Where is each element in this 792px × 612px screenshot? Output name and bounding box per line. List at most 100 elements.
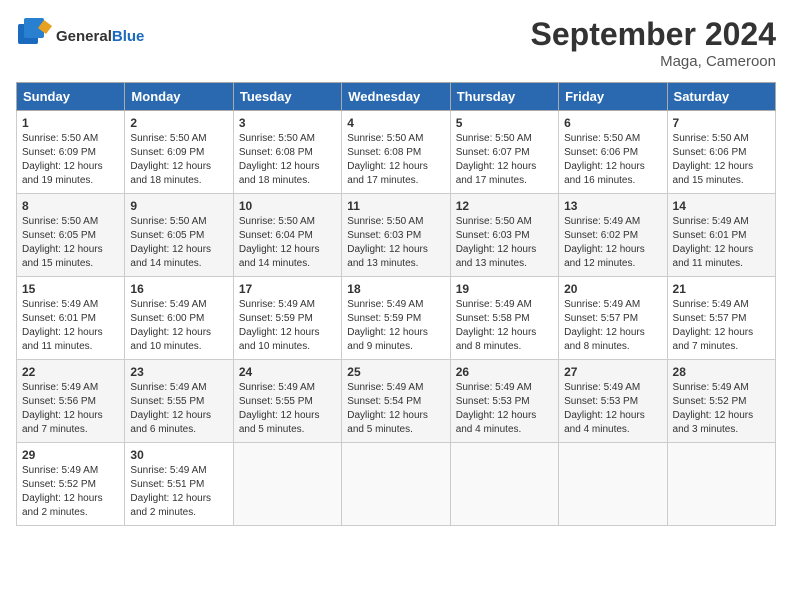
day-number: 21 — [673, 282, 770, 296]
day-number: 9 — [130, 199, 227, 213]
calendar-day-cell: 25 Sunrise: 5:49 AM Sunset: 5:54 PM Dayli… — [342, 360, 450, 443]
day-number: 18 — [347, 282, 444, 296]
calendar-day-cell: 19 Sunrise: 5:49 AM Sunset: 5:58 PM Dayli… — [450, 277, 558, 360]
calendar-day-cell: 10 Sunrise: 5:50 AM Sunset: 6:04 PM Dayli… — [233, 194, 341, 277]
day-info: Sunrise: 5:49 AM Sunset: 6:01 PM Dayligh… — [22, 298, 119, 354]
day-number: 20 — [564, 282, 661, 296]
day-info: Sunrise: 5:49 AM Sunset: 5:52 PM Dayligh… — [22, 464, 119, 520]
calendar-week-row: 1 Sunrise: 5:50 AM Sunset: 6:09 PM Daylig… — [17, 111, 776, 194]
calendar-table: SundayMondayTuesdayWednesdayThursdayFrid… — [16, 82, 776, 526]
header-row: SundayMondayTuesdayWednesdayThursdayFrid… — [17, 83, 776, 111]
day-number: 29 — [22, 448, 119, 462]
calendar-day-cell: 17 Sunrise: 5:49 AM Sunset: 5:59 PM Dayli… — [233, 277, 341, 360]
day-info: Sunrise: 5:50 AM Sunset: 6:05 PM Dayligh… — [130, 215, 227, 271]
day-info: Sunrise: 5:50 AM Sunset: 6:06 PM Dayligh… — [673, 132, 770, 188]
calendar-day-cell: 27 Sunrise: 5:49 AM Sunset: 5:53 PM Dayli… — [559, 360, 667, 443]
calendar-day-cell: 29 Sunrise: 5:49 AM Sunset: 5:52 PM Dayli… — [17, 443, 125, 526]
calendar-week-row: 15 Sunrise: 5:49 AM Sunset: 6:01 PM Dayli… — [17, 277, 776, 360]
calendar-day-cell: 8Sunrise: 5:50 AM Sunset: 6:05 PM Daylig… — [17, 194, 125, 277]
calendar-day-cell: 20 Sunrise: 5:49 AM Sunset: 5:57 PM Dayli… — [559, 277, 667, 360]
day-info: Sunrise: 5:50 AM Sunset: 6:06 PM Dayligh… — [564, 132, 661, 188]
day-info: Sunrise: 5:49 AM Sunset: 6:02 PM Dayligh… — [564, 215, 661, 271]
calendar-week-row: 22Sunrise: 5:49 AM Sunset: 5:56 PM Dayli… — [17, 360, 776, 443]
day-number: 30 — [130, 448, 227, 462]
calendar-day-cell: 13 Sunrise: 5:49 AM Sunset: 6:02 PM Dayli… — [559, 194, 667, 277]
calendar-day-cell: 22Sunrise: 5:49 AM Sunset: 5:56 PM Dayli… — [17, 360, 125, 443]
day-number: 5 — [456, 116, 553, 130]
day-number: 15 — [22, 282, 119, 296]
title-block: September 2024 Maga, Cameroon — [531, 16, 776, 70]
day-info: Sunrise: 5:50 AM Sunset: 6:03 PM Dayligh… — [456, 215, 553, 271]
day-number: 2 — [130, 116, 227, 130]
location: Maga, Cameroon — [531, 53, 776, 70]
day-number: 4 — [347, 116, 444, 130]
day-number: 25 — [347, 365, 444, 379]
logo-icon — [16, 16, 52, 57]
day-info: Sunrise: 5:49 AM Sunset: 5:54 PM Dayligh… — [347, 381, 444, 437]
day-of-week-header: Thursday — [450, 83, 558, 111]
calendar-day-cell: 30 Sunrise: 5:49 AM Sunset: 5:51 PM Dayli… — [125, 443, 233, 526]
day-info: Sunrise: 5:50 AM Sunset: 6:04 PM Dayligh… — [239, 215, 336, 271]
logo-blue: Blue — [112, 28, 145, 45]
calendar-day-cell: 21Sunrise: 5:49 AM Sunset: 5:57 PM Dayli… — [667, 277, 775, 360]
logo-general: General — [56, 28, 112, 45]
calendar-day-cell: 23 Sunrise: 5:49 AM Sunset: 5:55 PM Dayli… — [125, 360, 233, 443]
day-info: Sunrise: 5:50 AM Sunset: 6:07 PM Dayligh… — [456, 132, 553, 188]
day-info: Sunrise: 5:50 AM Sunset: 6:08 PM Dayligh… — [347, 132, 444, 188]
day-number: 24 — [239, 365, 336, 379]
day-of-week-header: Monday — [125, 83, 233, 111]
day-info: Sunrise: 5:49 AM Sunset: 5:58 PM Dayligh… — [456, 298, 553, 354]
day-number: 17 — [239, 282, 336, 296]
calendar-day-cell: 12Sunrise: 5:50 AM Sunset: 6:03 PM Dayli… — [450, 194, 558, 277]
day-of-week-header: Saturday — [667, 83, 775, 111]
calendar-day-cell: 3Sunrise: 5:50 AM Sunset: 6:08 PM Daylig… — [233, 111, 341, 194]
day-number: 23 — [130, 365, 227, 379]
day-info: Sunrise: 5:49 AM Sunset: 6:01 PM Dayligh… — [673, 215, 770, 271]
day-info: Sunrise: 5:50 AM Sunset: 6:03 PM Dayligh… — [347, 215, 444, 271]
calendar-empty-cell — [559, 443, 667, 526]
day-info: Sunrise: 5:49 AM Sunset: 5:59 PM Dayligh… — [239, 298, 336, 354]
calendar-day-cell: 28 Sunrise: 5:49 AM Sunset: 5:52 PM Dayli… — [667, 360, 775, 443]
day-info: Sunrise: 5:49 AM Sunset: 5:52 PM Dayligh… — [673, 381, 770, 437]
day-of-week-header: Wednesday — [342, 83, 450, 111]
day-of-week-header: Tuesday — [233, 83, 341, 111]
page-header: GeneralBlue September 2024 Maga, Cameroo… — [16, 16, 776, 70]
day-info: Sunrise: 5:49 AM Sunset: 5:57 PM Dayligh… — [564, 298, 661, 354]
calendar-empty-cell — [667, 443, 775, 526]
day-number: 22 — [22, 365, 119, 379]
day-of-week-header: Sunday — [17, 83, 125, 111]
day-number: 13 — [564, 199, 661, 213]
day-of-week-header: Friday — [559, 83, 667, 111]
day-number: 8 — [22, 199, 119, 213]
day-info: Sunrise: 5:50 AM Sunset: 6:09 PM Dayligh… — [130, 132, 227, 188]
calendar-day-cell: 24 Sunrise: 5:49 AM Sunset: 5:55 PM Dayli… — [233, 360, 341, 443]
day-number: 1 — [22, 116, 119, 130]
day-number: 11 — [347, 199, 444, 213]
day-number: 28 — [673, 365, 770, 379]
calendar-day-cell: 16Sunrise: 5:49 AM Sunset: 6:00 PM Dayli… — [125, 277, 233, 360]
day-info: Sunrise: 5:49 AM Sunset: 5:55 PM Dayligh… — [130, 381, 227, 437]
calendar-day-cell: 4 Sunrise: 5:50 AM Sunset: 6:08 PM Daylig… — [342, 111, 450, 194]
day-info: Sunrise: 5:49 AM Sunset: 5:59 PM Dayligh… — [347, 298, 444, 354]
day-info: Sunrise: 5:49 AM Sunset: 5:51 PM Dayligh… — [130, 464, 227, 520]
day-info: Sunrise: 5:49 AM Sunset: 5:55 PM Dayligh… — [239, 381, 336, 437]
calendar-empty-cell — [233, 443, 341, 526]
logo-text: GeneralBlue — [56, 28, 144, 46]
day-info: Sunrise: 5:49 AM Sunset: 5:53 PM Dayligh… — [564, 381, 661, 437]
day-number: 16 — [130, 282, 227, 296]
day-number: 27 — [564, 365, 661, 379]
day-number: 10 — [239, 199, 336, 213]
day-info: Sunrise: 5:50 AM Sunset: 6:09 PM Dayligh… — [22, 132, 119, 188]
day-number: 19 — [456, 282, 553, 296]
calendar-day-cell: 26Sunrise: 5:49 AM Sunset: 5:53 PM Dayli… — [450, 360, 558, 443]
calendar-day-cell: 18 Sunrise: 5:49 AM Sunset: 5:59 PM Dayli… — [342, 277, 450, 360]
calendar-day-cell: 14Sunrise: 5:49 AM Sunset: 6:01 PM Dayli… — [667, 194, 775, 277]
day-number: 7 — [673, 116, 770, 130]
calendar-day-cell: 7 Sunrise: 5:50 AM Sunset: 6:06 PM Daylig… — [667, 111, 775, 194]
day-number: 26 — [456, 365, 553, 379]
day-number: 3 — [239, 116, 336, 130]
calendar-day-cell: 1 Sunrise: 5:50 AM Sunset: 6:09 PM Daylig… — [17, 111, 125, 194]
calendar-day-cell: 11 Sunrise: 5:50 AM Sunset: 6:03 PM Dayli… — [342, 194, 450, 277]
logo: GeneralBlue — [16, 16, 144, 57]
calendar-day-cell: 9 Sunrise: 5:50 AM Sunset: 6:05 PM Daylig… — [125, 194, 233, 277]
